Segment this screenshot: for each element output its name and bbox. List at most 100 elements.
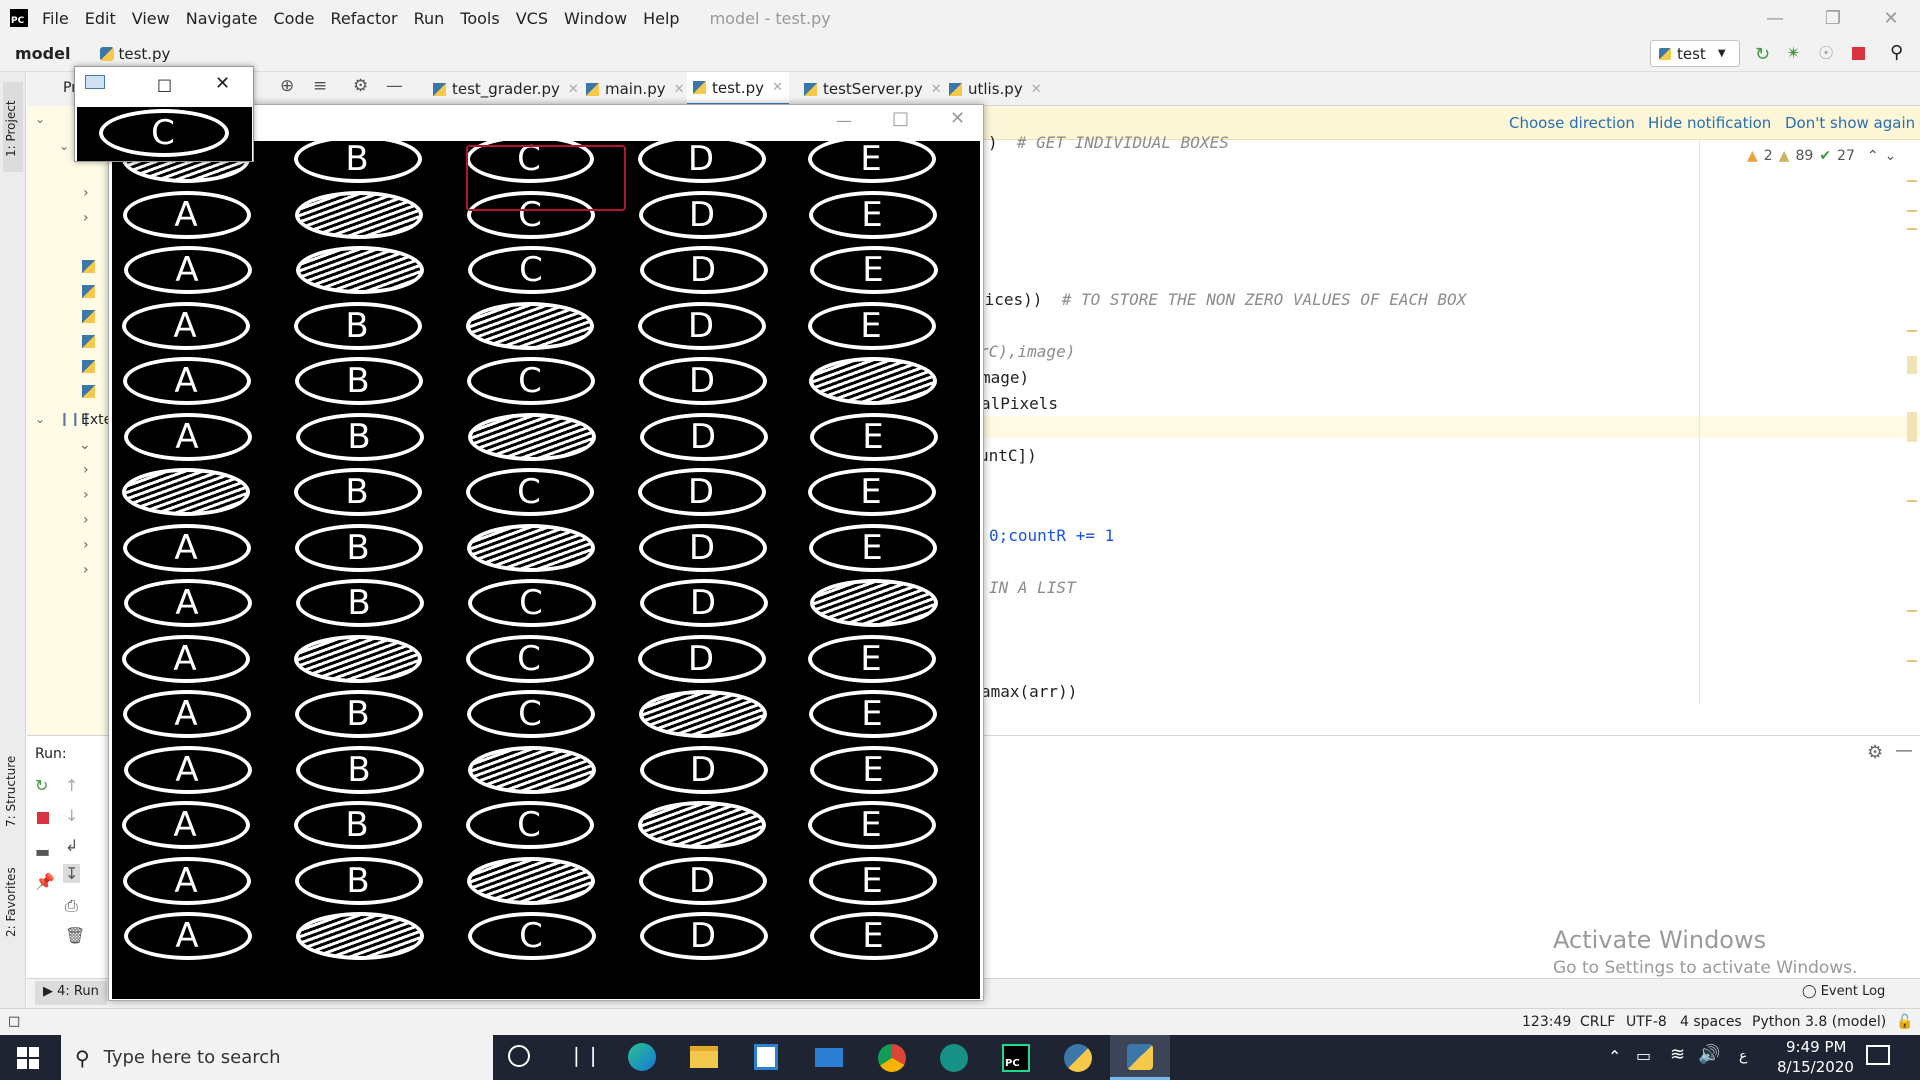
menu-tools[interactable]: Tools <box>452 9 507 28</box>
tree-arrow-icon[interactable]: › <box>83 537 89 553</box>
layout-icon[interactable]: ▬ <box>35 842 50 861</box>
menu-window[interactable]: Window <box>556 9 635 28</box>
menu-code[interactable]: Code <box>266 9 323 28</box>
locate-icon[interactable]: ⊕ <box>280 76 294 96</box>
show-hidden-icons[interactable]: ⌃ <box>1608 1047 1621 1066</box>
menu-refactor[interactable]: Refactor <box>322 9 405 28</box>
layout-toggle-icon[interactable]: □ <box>8 1014 20 1029</box>
close-button[interactable]: ✕ <box>950 108 965 129</box>
python-idle-icon[interactable] <box>1064 1044 1092 1072</box>
event-log-tab[interactable]: ◯ Event Log <box>1802 984 1885 999</box>
menu-vcs[interactable]: VCS <box>508 9 556 28</box>
notification-center-icon[interactable] <box>1866 1045 1890 1065</box>
tab-test[interactable]: test.py ✕ <box>687 72 789 106</box>
run-tool-tab[interactable]: ▶ 4: Run <box>35 981 107 1005</box>
soft-wrap-icon[interactable]: ↲ <box>65 836 78 855</box>
input-language[interactable]: ع <box>1739 1048 1747 1064</box>
structure-tool-tab[interactable]: 7: Structure <box>4 756 18 827</box>
taskbar-search-box[interactable]: ⚲ Type here to search <box>61 1035 493 1080</box>
menu-view[interactable]: View <box>124 9 178 28</box>
close-button[interactable]: ✕ <box>1862 0 1920 36</box>
clock-date[interactable]: 8/15/2020 <box>1777 1058 1854 1076</box>
tab-test-server[interactable]: testServer.py ✕ <box>798 72 948 106</box>
favorites-tool-tab[interactable]: 2: Favorites <box>4 867 18 937</box>
rerun-icon[interactable]: ↻ <box>1755 44 1770 65</box>
close-tab-icon[interactable]: ✕ <box>568 82 579 97</box>
lock-icon[interactable]: 🔓 <box>1896 1014 1913 1030</box>
chevron-up-icon[interactable]: ⌃ <box>1867 148 1879 164</box>
battery-icon[interactable]: ▭ <box>1636 1046 1651 1065</box>
restore-button[interactable]: ❐ <box>1804 0 1862 36</box>
tree-arrow-icon[interactable]: ⌄ <box>35 412 45 426</box>
maximize-button[interactable]: □ <box>157 75 172 94</box>
gitkraken-icon[interactable] <box>940 1044 968 1072</box>
mail-icon[interactable] <box>815 1048 843 1067</box>
trash-icon[interactable]: 🗑 <box>65 926 85 945</box>
run-config-selector[interactable]: test ▼ <box>1650 40 1740 67</box>
pycharm-taskbar-icon[interactable]: PC <box>1002 1044 1030 1072</box>
indent-setting[interactable]: 4 spaces <box>1680 1014 1742 1030</box>
menu-edit[interactable]: Edit <box>77 9 124 28</box>
clock-time[interactable]: 9:49 PM <box>1786 1038 1846 1056</box>
search-everywhere-icon[interactable]: ⚲ <box>1890 42 1903 63</box>
hide-notification-link[interactable]: Hide notification <box>1648 114 1771 132</box>
close-tab-icon[interactable]: ✕ <box>772 80 783 95</box>
cortana-icon[interactable] <box>508 1045 530 1067</box>
rerun-icon[interactable]: ↻ <box>35 776 48 795</box>
python-app-active[interactable] <box>1110 1035 1170 1080</box>
print-icon[interactable]: ⎙ <box>65 896 78 916</box>
scroll-to-end-icon[interactable]: ↧ <box>63 864 81 883</box>
python-interpreter[interactable]: Python 3.8 (model) <box>1752 1014 1886 1030</box>
minimize-button[interactable]: — <box>1746 0 1804 36</box>
edge-icon[interactable] <box>628 1043 656 1071</box>
breadcrumb-file[interactable]: test.py <box>118 45 170 63</box>
close-tab-icon[interactable]: ✕ <box>1031 82 1042 97</box>
tab-main[interactable]: main.py ✕ <box>580 72 691 106</box>
stop-icon[interactable] <box>37 812 49 824</box>
wifi-icon[interactable]: ≋ <box>1670 1044 1685 1065</box>
maximize-button[interactable]: □ <box>892 108 909 129</box>
close-tab-icon[interactable]: ✕ <box>674 82 685 97</box>
pin-icon[interactable]: 📌 <box>35 872 55 891</box>
volume-icon[interactable]: 🔊 <box>1698 1044 1720 1065</box>
tree-arrow-icon[interactable]: ⌄ <box>35 112 45 126</box>
tree-arrow-icon[interactable]: › <box>83 185 89 201</box>
coverage-icon[interactable]: ☉ <box>1818 43 1834 64</box>
close-button[interactable]: ✕ <box>215 73 230 94</box>
windows-start-icon[interactable] <box>17 1047 39 1069</box>
task-view-icon[interactable]: ❘❘ <box>568 1043 602 1067</box>
tree-arrow-icon[interactable]: ⌄ <box>79 437 91 453</box>
menu-help[interactable]: Help <box>635 9 687 28</box>
store-icon[interactable] <box>754 1044 778 1070</box>
menu-run[interactable]: Run <box>406 9 453 28</box>
chrome-icon[interactable] <box>878 1044 906 1072</box>
tree-arrow-icon[interactable]: › <box>83 210 89 226</box>
minimize-button[interactable]: — <box>836 111 852 130</box>
chevron-down-icon[interactable]: ⌄ <box>1885 148 1897 164</box>
tree-arrow-icon[interactable]: › <box>83 562 89 578</box>
tab-utlis[interactable]: utlis.py ✕ <box>943 72 1048 106</box>
close-tab-icon[interactable]: ✕ <box>931 82 942 97</box>
cropped-box-window[interactable]: □ ✕ C <box>74 66 254 162</box>
breadcrumb-project[interactable]: model <box>15 44 70 63</box>
line-separator[interactable]: CRLF <box>1580 1014 1615 1030</box>
image-viewer-window[interactable]: — □ ✕ BCDEACDEACDEABDEABCDABDEBCDEABDEAB… <box>108 104 984 1001</box>
hide-panel-icon[interactable]: — <box>1895 740 1913 761</box>
gear-icon[interactable]: ⚙ <box>353 76 368 96</box>
cursor-position[interactable]: 123:49 <box>1522 1014 1571 1030</box>
tree-arrow-icon[interactable]: ⌄ <box>59 139 69 153</box>
tree-arrow-icon[interactable]: › <box>83 462 89 478</box>
inspection-widget[interactable]: ▲ 2 ▲ 89 ✔ 27 ⌃ ⌄ <box>1747 148 1896 164</box>
tab-test-grader[interactable]: test_grader.py ✕ <box>427 72 585 106</box>
file-explorer-icon[interactable] <box>690 1046 718 1068</box>
stop-icon[interactable] <box>1852 47 1865 60</box>
arrow-up-icon[interactable]: ↑ <box>65 776 78 795</box>
project-tool-tab[interactable]: 1: Project <box>3 82 23 172</box>
menu-file[interactable]: File <box>34 9 77 28</box>
dont-show-again-link[interactable]: Don't show again <box>1785 114 1915 132</box>
menu-navigate[interactable]: Navigate <box>178 9 266 28</box>
gear-icon[interactable]: ⚙ <box>1867 742 1883 763</box>
collapse-icon[interactable]: ≡ <box>313 76 327 96</box>
arrow-down-icon[interactable]: ↓ <box>65 806 78 825</box>
hide-icon[interactable]: — <box>386 76 403 96</box>
